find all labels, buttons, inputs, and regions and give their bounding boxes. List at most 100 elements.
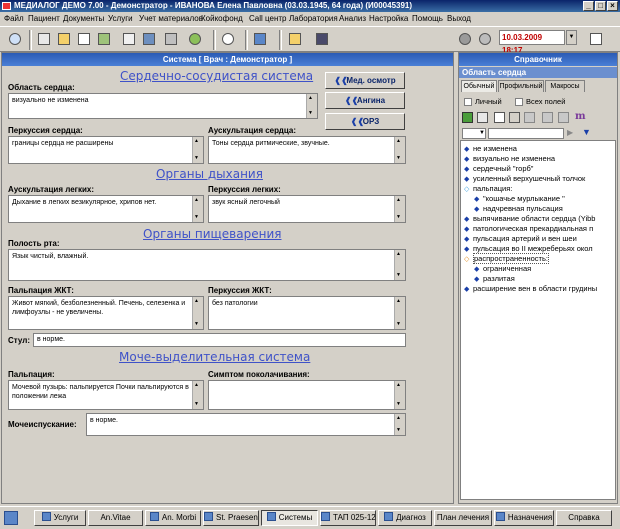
- tab-prescriptions[interactable]: Назначения: [494, 510, 554, 526]
- stool-label: Стул:: [8, 336, 30, 345]
- tab-tap-025[interactable]: ТАП 025-12/у: [320, 510, 376, 526]
- tab-profile[interactable]: Профильный: [498, 80, 544, 92]
- urination-field[interactable]: в норме.: [86, 413, 406, 436]
- tab-an-vitae[interactable]: An.Vitae: [88, 510, 143, 526]
- menu-exit[interactable]: Выход: [447, 12, 471, 26]
- stool-field[interactable]: в норме.: [33, 333, 406, 347]
- filter-input[interactable]: [488, 128, 564, 139]
- tab-st-praesens[interactable]: St. Praesens: [203, 510, 259, 526]
- copy-icon[interactable]: [494, 112, 505, 123]
- med-exam-button[interactable]: ❰❰Мед. осмотр: [325, 72, 405, 89]
- cut-icon[interactable]: [509, 112, 520, 123]
- heart-percussion-field[interactable]: границы сердца не расширены: [8, 136, 204, 164]
- tab-an-morbi[interactable]: An. Morbi: [145, 510, 201, 526]
- lung-auscultation-label: Аускультация легких:: [8, 185, 95, 194]
- personal-checkbox[interactable]: [464, 98, 472, 106]
- reference-header: Справочник: [459, 53, 617, 66]
- fax-icon[interactable]: [162, 31, 180, 48]
- home-icon[interactable]: [4, 511, 18, 525]
- panel-header: Система [ Врач : Демонстратор ]: [2, 53, 453, 66]
- personal-label: Личный: [475, 97, 502, 106]
- date-dropdown-icon[interactable]: ▼: [566, 30, 577, 45]
- menu-beds[interactable]: Койкофонд: [201, 12, 243, 26]
- tab-diagnosis[interactable]: Диагноз: [378, 510, 432, 526]
- heart-auscultation-field[interactable]: Тоны сердца ритмические, звучные.: [208, 136, 406, 164]
- angina-button[interactable]: ❰❰Ангина: [325, 92, 405, 109]
- add-icon[interactable]: [462, 112, 473, 123]
- menu-materials[interactable]: Учет материалов: [139, 12, 203, 26]
- menu-call-center[interactable]: Call центр: [249, 12, 286, 26]
- menu-settings[interactable]: Настройка: [369, 12, 408, 26]
- minimize-button[interactable]: _: [583, 1, 594, 11]
- tab-services[interactable]: Услуги: [34, 510, 86, 526]
- print-icon[interactable]: [35, 31, 53, 48]
- urinary-palpation-field[interactable]: Мочевой пузырь: пальпируется Почки пальп…: [8, 380, 204, 410]
- new-item-icon[interactable]: [477, 112, 488, 123]
- list-item[interactable]: ◆ расширение вен в области грудины: [464, 284, 597, 295]
- menu-analysis[interactable]: Анализ: [339, 12, 366, 26]
- reference-list[interactable]: ◆ не изменена ◆ визуально не изменена ◆ сер…: [460, 140, 616, 500]
- document-icon[interactable]: [75, 31, 93, 48]
- heart-area-field[interactable]: визуально не изменена: [8, 93, 318, 119]
- double-arrow-icon: ❰❰: [334, 76, 348, 85]
- play-icon[interactable]: ▶: [567, 128, 577, 139]
- font-icon[interactable]: m: [575, 111, 586, 122]
- mail-icon[interactable]: [120, 31, 138, 48]
- menu-services[interactable]: Услуги: [108, 12, 133, 26]
- oral-cavity-field[interactable]: Язык чистый, влажный.: [8, 249, 406, 281]
- refresh-icon[interactable]: [186, 31, 204, 48]
- move-up-icon[interactable]: [542, 112, 553, 123]
- scanner-icon[interactable]: [140, 31, 158, 48]
- tab-systems[interactable]: Системы: [261, 510, 318, 526]
- exit-door-icon[interactable]: [587, 31, 605, 48]
- menu-file[interactable]: Файл: [4, 12, 24, 26]
- date-field[interactable]: 10.03.2009 18:17: [499, 30, 565, 55]
- heart-auscultation-label: Аускультация сердца:: [208, 126, 297, 135]
- close-button[interactable]: ×: [607, 1, 618, 11]
- move-down-icon[interactable]: [558, 112, 569, 123]
- urination-label: Мочеиспускание:: [8, 420, 77, 429]
- window-title: МЕДИАЛОГ ДЕМО 7.00 - Демонстратор - ИВАН…: [14, 1, 413, 10]
- title-bar: МЕДИАЛОГ ДЕМО 7.00 - Демонстратор - ИВАН…: [0, 0, 620, 12]
- orz-button[interactable]: ❰❰ОРЗ: [325, 113, 405, 130]
- maximize-button[interactable]: □: [595, 1, 606, 11]
- monitor-icon[interactable]: [251, 31, 269, 48]
- user-icon[interactable]: [456, 31, 474, 48]
- edit-icon[interactable]: [95, 31, 113, 48]
- menu-documents[interactable]: Документы: [63, 12, 104, 26]
- computer-icon[interactable]: [313, 31, 331, 48]
- tab-ordinary[interactable]: Обычный: [461, 80, 497, 92]
- sync-icon[interactable]: [476, 31, 494, 48]
- filter-dropdown[interactable]: ▼: [462, 128, 486, 139]
- tab-icon: [41, 512, 51, 521]
- tab-certificate[interactable]: Справка: [556, 510, 612, 526]
- menu-patient[interactable]: Пациент: [28, 12, 60, 26]
- search-icon[interactable]: [6, 31, 24, 48]
- tab-icon: [149, 512, 159, 521]
- tab-icon: [204, 512, 213, 521]
- lung-percussion-field[interactable]: звук ясный легочный: [208, 195, 406, 223]
- export-icon[interactable]: [286, 31, 304, 48]
- tapping-symptom-label: Симптом поколачивания:: [208, 370, 310, 379]
- clock-icon[interactable]: [219, 31, 237, 48]
- oral-cavity-label: Полость рта:: [8, 239, 60, 248]
- tab-treatment-plan[interactable]: План лечения: [434, 510, 492, 526]
- tapping-symptom-field[interactable]: [208, 380, 406, 410]
- tab-icon: [495, 512, 505, 521]
- reference-subheader: Область сердца: [459, 67, 617, 78]
- resp-section-title: Органы дыхания: [156, 167, 263, 181]
- delete-icon[interactable]: [524, 112, 535, 123]
- gi-percussion-label: Перкуссия ЖКТ:: [208, 286, 272, 295]
- menu-help[interactable]: Помощь: [412, 12, 443, 26]
- all-fields-label: Всех полей: [526, 97, 566, 106]
- menu-bar: Файл Пациент Документы Услуги Учет матер…: [0, 12, 620, 26]
- gi-palpation-field[interactable]: Живот мягкий, безболезненный. Печень, се…: [8, 296, 204, 330]
- all-fields-checkbox[interactable]: [515, 98, 523, 106]
- funnel-icon[interactable]: ▼: [582, 128, 593, 139]
- gi-percussion-field[interactable]: без патологии: [208, 296, 406, 330]
- patient-icon[interactable]: [55, 31, 73, 48]
- bottom-tab-bar: Услуги An.Vitae An. Morbi St. Praesens С…: [0, 506, 620, 529]
- menu-lab[interactable]: Лаборатория: [289, 12, 338, 26]
- tab-macros[interactable]: Макросы: [545, 80, 585, 92]
- lung-auscultation-field[interactable]: Дыхание в легких везикулярное, хрипов не…: [8, 195, 204, 223]
